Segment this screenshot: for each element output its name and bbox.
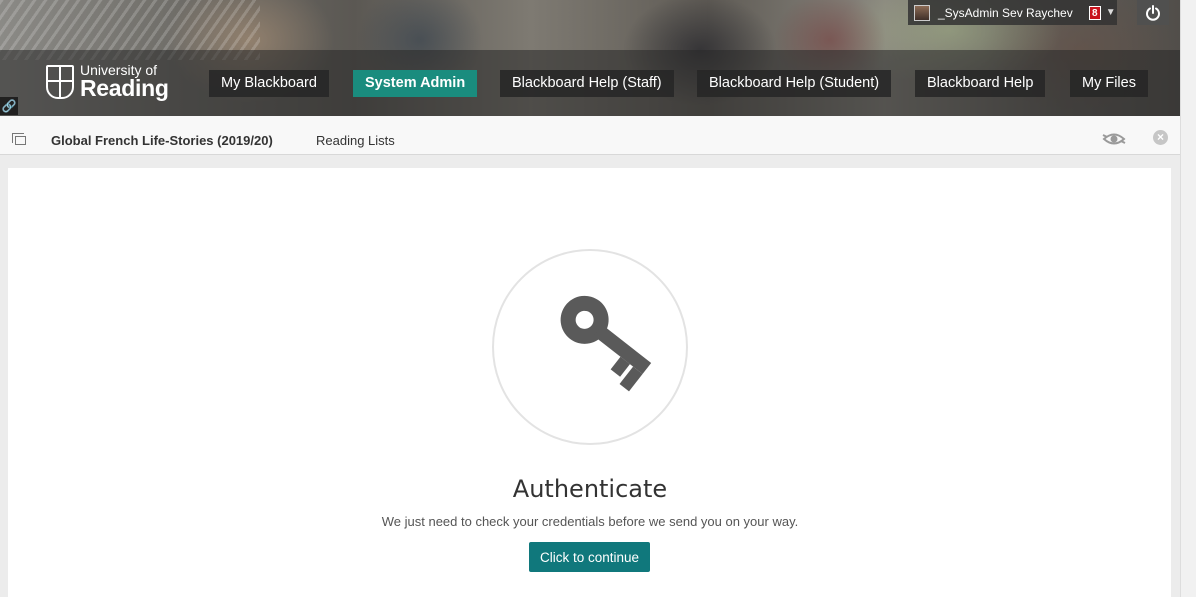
key-icon — [560, 295, 652, 392]
breadcrumb-course[interactable]: Global French Life-Stories (2019/20) — [51, 133, 273, 148]
tab-help[interactable]: Blackboard Help — [915, 70, 1046, 97]
user-name: _SysAdmin Sev Raychev — [938, 5, 1073, 20]
tab-help-student[interactable]: Blackboard Help (Student) — [697, 70, 892, 97]
crest-icon — [46, 64, 74, 99]
user-menu[interactable]: _SysAdmin Sev Raychev 8 ▼ — [908, 0, 1117, 25]
tab-my-blackboard[interactable]: My Blackboard — [209, 70, 329, 97]
page-title: Authenticate — [512, 475, 668, 503]
chevron-down-icon[interactable]: ▼ — [1106, 7, 1116, 18]
close-icon[interactable]: × — [1153, 130, 1168, 145]
eye-icon — [1102, 133, 1126, 145]
student-preview-button[interactable] — [1102, 130, 1126, 148]
link-icon[interactable]: 🔗 — [0, 97, 18, 115]
tab-help-staff[interactable]: Blackboard Help (Staff) — [500, 70, 674, 97]
scrollbar[interactable] — [1180, 0, 1196, 597]
course-menu-toggle-icon[interactable] — [12, 133, 26, 145]
tab-my-files[interactable]: My Files — [1070, 70, 1148, 97]
notification-badge[interactable]: 8 — [1088, 5, 1101, 20]
breadcrumb-current: Reading Lists — [316, 133, 395, 148]
key-circle — [492, 249, 688, 445]
breadcrumb: Global French Life-Stories (2019/20) Rea… — [0, 116, 1180, 155]
power-icon — [1146, 4, 1160, 21]
auth-message: We just need to check your credentials b… — [381, 514, 799, 529]
continue-button[interactable]: Click to continue — [529, 542, 650, 572]
logo-line2: Reading — [80, 75, 169, 101]
university-logo[interactable]: University of Reading — [46, 63, 169, 100]
tab-system-admin[interactable]: System Admin — [353, 70, 478, 97]
avatar — [914, 4, 930, 21]
logout-button[interactable] — [1137, 0, 1169, 25]
